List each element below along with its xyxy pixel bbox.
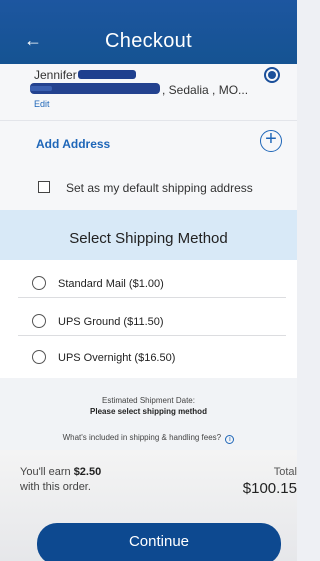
estimate-label: Estimated Shipment Date: xyxy=(102,396,195,405)
shipping-address-card[interactable]: Jennifer , Sedalia , MO... Edit xyxy=(0,64,297,120)
shipping-option-ups-overnight[interactable]: UPS Overnight ($16.50) xyxy=(18,346,286,372)
shipping-option-label: UPS Ground ($11.50) xyxy=(58,316,164,328)
total-value: $100.15 xyxy=(242,480,297,497)
info-icon[interactable]: i xyxy=(225,435,235,444)
redaction-mark xyxy=(30,86,52,91)
earn-suffix: with this order. xyxy=(20,481,91,493)
page-title: Checkout xyxy=(105,30,192,52)
edit-address-link[interactable]: Edit xyxy=(34,99,50,109)
shipping-method-header: Select Shipping Method xyxy=(0,210,297,260)
app-header: ← Checkout xyxy=(0,0,297,64)
continue-button[interactable]: Continue xyxy=(37,523,281,561)
shipping-option-label: UPS Overnight ($16.50) xyxy=(58,352,176,364)
earn-amount: $2.50 xyxy=(73,466,102,478)
radio-button[interactable] xyxy=(32,314,46,328)
radio-button[interactable] xyxy=(32,276,46,290)
plus-circle-icon[interactable]: + xyxy=(260,129,282,152)
estimate-value: Please select shipping method xyxy=(90,407,207,416)
redaction-mark xyxy=(78,70,136,79)
fees-text: What's included in shipping & handling f… xyxy=(62,433,222,442)
radio-button[interactable] xyxy=(32,350,46,364)
address-name: Jennifer xyxy=(34,68,77,82)
total-label: Total xyxy=(273,466,297,478)
address-radio-selected[interactable] xyxy=(264,67,280,83)
default-address-checkbox[interactable] xyxy=(38,181,50,193)
earn-line: You'll earn $2.50 xyxy=(20,466,101,478)
add-address-link[interactable]: Add Address xyxy=(36,137,110,151)
shipping-method-title: Select Shipping Method xyxy=(69,230,228,247)
default-address-label: Set as my default shipping address xyxy=(66,181,253,195)
shipping-fees-info-link[interactable]: What's included in shipping & handling f… xyxy=(0,433,297,444)
add-address-row[interactable]: Add Address + xyxy=(0,120,297,166)
shipping-option-standard-mail[interactable]: Standard Mail ($1.00) xyxy=(18,272,286,298)
default-address-row: Set as my default shipping address xyxy=(0,166,297,210)
shipping-option-ups-ground[interactable]: UPS Ground ($11.50) xyxy=(18,310,286,336)
shipping-options-list: Standard Mail ($1.00) UPS Ground ($11.50… xyxy=(0,260,297,378)
shipping-option-label: Standard Mail ($1.00) xyxy=(58,278,164,290)
address-line: , Sedalia , MO... xyxy=(162,83,249,97)
earn-prefix: You'll earn xyxy=(20,466,71,478)
shipment-estimate-block: Estimated Shipment Date: Please select s… xyxy=(0,378,297,450)
